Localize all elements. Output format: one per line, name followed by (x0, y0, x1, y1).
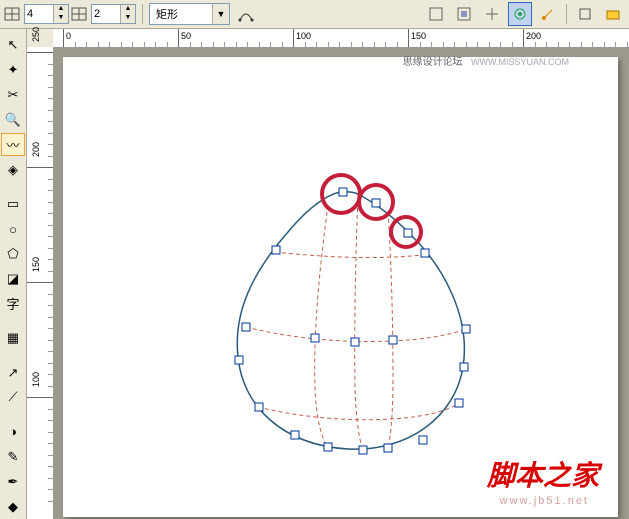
separator (142, 4, 143, 24)
node[interactable] (242, 323, 251, 332)
shape-preset-dropdown[interactable]: 矩形 ▼ (149, 3, 230, 25)
watermark-site-name: 脚本之家 (487, 454, 599, 494)
tool-crop[interactable]: ✂ (1, 84, 25, 107)
page[interactable] (63, 57, 618, 517)
tool-pick[interactable]: ↖ (1, 34, 25, 57)
mesh-grid (246, 194, 466, 450)
canvas-area[interactable]: 思缘设计论坛 WWW.MISSYUAN.COM 脚本之家 www.jb51.ne… (53, 47, 629, 519)
node[interactable] (460, 363, 469, 372)
node[interactable] (384, 444, 393, 453)
grid-y-input[interactable] (92, 8, 120, 20)
tool-eyedropper[interactable]: ✎ (1, 445, 25, 468)
convert-to-curves-button[interactable] (234, 2, 258, 26)
snap-to-objects-button[interactable] (508, 2, 532, 26)
dropdown-arrow[interactable]: ▼ (212, 4, 229, 24)
snap-button-2[interactable] (452, 2, 476, 26)
grid-x-icon (4, 5, 20, 23)
drawing-canvas[interactable] (63, 57, 618, 517)
main-outline[interactable] (237, 192, 464, 449)
grid-x-spinner[interactable]: ▲▼ (24, 4, 69, 24)
node[interactable] (351, 338, 360, 347)
toolbox: ↖✦✂🔍〰◈ ▭○⬠◪字 ▦ ↗⟋ ◑✎✒◆ (0, 29, 27, 519)
tool-table[interactable]: ▦ (1, 327, 25, 350)
spin-up[interactable]: ▲ (120, 5, 135, 14)
spin-down[interactable]: ▼ (53, 14, 68, 23)
node[interactable] (455, 399, 464, 408)
ruler-vertical[interactable]: 250200150100 (27, 47, 54, 519)
grid-y-icon (71, 5, 87, 23)
node[interactable] (272, 246, 281, 255)
node[interactable] (389, 336, 398, 345)
node[interactable] (255, 403, 264, 412)
tool-interactive[interactable]: ◑ (1, 421, 25, 444)
tool-ellipse[interactable]: ○ (1, 218, 25, 241)
snap-button-1[interactable] (424, 2, 448, 26)
node-top[interactable] (339, 188, 348, 197)
watermark-site-url: www.jb51.net (500, 495, 589, 507)
node[interactable] (372, 199, 381, 208)
tool-text[interactable]: 字 (1, 292, 25, 315)
shape-preset-value: 矩形 (150, 6, 212, 22)
tool-rectangle[interactable]: ▭ (1, 193, 25, 216)
grid-y-spinner[interactable]: ▲▼ (91, 4, 136, 24)
node[interactable] (421, 249, 430, 258)
separator (566, 4, 567, 24)
node[interactable] (324, 443, 333, 452)
spin-down[interactable]: ▼ (120, 14, 135, 23)
tool-freehand[interactable]: 〰 (1, 133, 25, 156)
tool-zoom[interactable]: 🔍 (1, 109, 25, 132)
tool-smart-fill[interactable]: ◈ (1, 158, 25, 181)
property-bar: ▲▼ ▲▼ 矩形 ▼ (0, 0, 629, 29)
node[interactable] (404, 229, 413, 238)
node[interactable] (311, 334, 320, 343)
tool-outline[interactable]: ✒ (1, 470, 25, 493)
watermark-forum: 思缘设计论坛 WWW.MISSYUAN.COM (403, 53, 569, 68)
node[interactable] (462, 325, 471, 334)
tool-shape[interactable]: ✦ (1, 59, 25, 82)
grid-x-input[interactable] (25, 8, 53, 20)
tool-dimension[interactable]: ↗ (1, 361, 25, 384)
tool-connector[interactable]: ⟋ (1, 386, 25, 409)
spin-up[interactable]: ▲ (53, 5, 68, 14)
node[interactable] (235, 356, 244, 365)
dynamic-guides-button[interactable] (536, 2, 560, 26)
tool-basic-shapes[interactable]: ◪ (1, 267, 25, 290)
node[interactable] (291, 431, 300, 440)
options-button[interactable] (573, 2, 597, 26)
ruler-horizontal[interactable]: 050100150200 (53, 29, 629, 48)
tool-fill[interactable]: ◆ (1, 495, 25, 518)
options-button-2[interactable] (601, 2, 625, 26)
snap-button-3[interactable] (480, 2, 504, 26)
workspace: 050100150200 250200150100 (27, 29, 629, 519)
node[interactable] (419, 436, 428, 445)
tool-polygon[interactable]: ⬠ (1, 242, 25, 265)
node[interactable] (359, 446, 368, 455)
